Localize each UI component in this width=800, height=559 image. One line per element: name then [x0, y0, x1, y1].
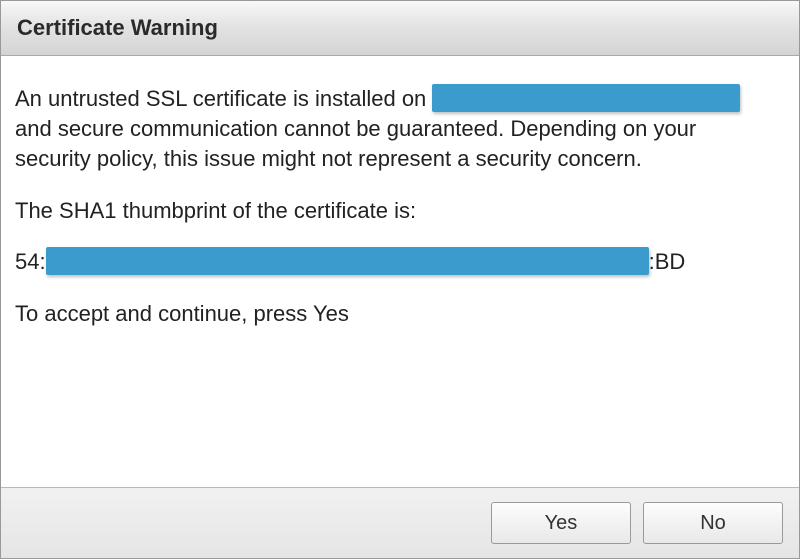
dialog-title: Certificate Warning [17, 15, 218, 40]
dialog-content: An untrusted SSL certificate is installe… [1, 56, 799, 487]
warning-text-prefix: An untrusted SSL certificate is installe… [15, 86, 432, 111]
thumbprint-intro: The SHA1 thumbprint of the certificate i… [15, 196, 785, 226]
warning-paragraph: An untrusted SSL certificate is installe… [15, 84, 785, 174]
thumbprint-value: 54: :BD [15, 247, 785, 277]
titlebar: Certificate Warning [1, 1, 799, 56]
yes-button[interactable]: Yes [491, 502, 631, 544]
redacted-thumbprint [46, 247, 649, 275]
warning-text-line2: and secure communication cannot be guara… [15, 116, 696, 141]
no-button[interactable]: No [643, 502, 783, 544]
thumbprint-suffix: :BD [649, 249, 686, 274]
warning-text-line3: security policy, this issue might not re… [15, 146, 642, 171]
certificate-warning-dialog: Certificate Warning An untrusted SSL cer… [0, 0, 800, 559]
thumbprint-prefix: 54: [15, 249, 46, 274]
accept-instruction: To accept and continue, press Yes [15, 299, 785, 329]
redacted-hostname [432, 84, 740, 112]
button-bar: Yes No [1, 487, 799, 558]
